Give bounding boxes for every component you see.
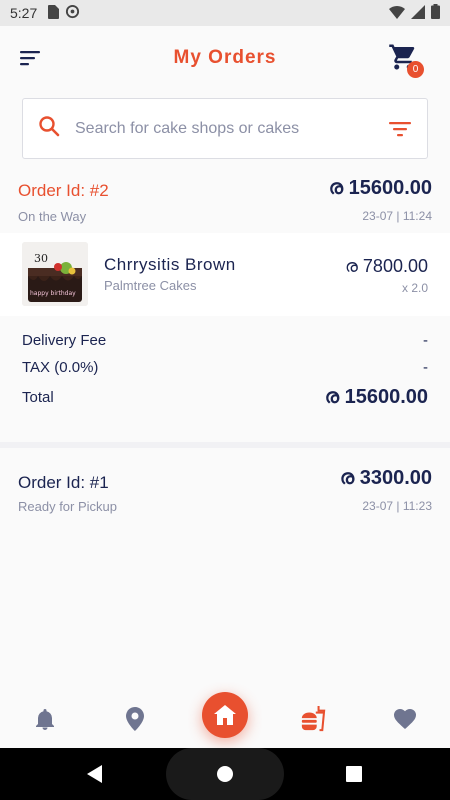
item-price: ര 7800.00 — [345, 256, 428, 276]
order-status: On the Way — [18, 209, 87, 224]
order-item[interactable]: 30 happy birthday Chrrysitis Brown Palmt… — [0, 233, 450, 316]
app-header: My Orders 0 — [0, 26, 450, 90]
order-status: Ready for Pickup — [18, 499, 117, 514]
order-id: Order Id: #1 — [18, 473, 109, 492]
cake-image: 30 happy birthday — [22, 242, 88, 306]
search-icon — [37, 114, 61, 143]
item-quantity: x 2.0 — [401, 281, 428, 295]
order-summary: Delivery Fee - TAX (0.0%) - Total ര 1560… — [0, 316, 450, 442]
delivery-fee-row: Delivery Fee - — [22, 332, 428, 349]
status-bar: 5:27 — [0, 0, 450, 26]
filter-icon[interactable] — [387, 116, 413, 142]
menu-icon[interactable] — [18, 46, 42, 70]
bottom-nav — [0, 688, 450, 748]
page-title: My Orders — [173, 47, 277, 68]
food-icon[interactable] — [300, 706, 326, 732]
battery-icon — [431, 4, 440, 22]
order-date: 23-07 | 11:23 — [362, 499, 432, 513]
total-label: Total — [22, 389, 54, 406]
search-input[interactable] — [75, 119, 387, 138]
order-card-2[interactable]: Order Id: #2 On the Way ര 15600.00 23-07… — [0, 177, 450, 236]
total-value: ര 15600.00 — [324, 386, 428, 408]
order-id: Order Id: #2 — [18, 181, 109, 200]
total-row: Total ര 15600.00 — [22, 386, 428, 409]
order-date: 23-07 | 11:24 — [362, 209, 432, 223]
delivery-fee-value: - — [423, 332, 428, 349]
order-card-1[interactable]: Order Id: #1 Ready for Pickup ര 3300.00 … — [0, 467, 450, 526]
tax-label: TAX (0.0%) — [22, 359, 99, 376]
home-button[interactable] — [202, 692, 248, 738]
order-divider — [0, 442, 450, 448]
svg-text:happy birthday: happy birthday — [30, 290, 76, 297]
sim-card-icon — [47, 4, 60, 22]
system-home-icon[interactable] — [212, 761, 238, 787]
cart-count-badge: 0 — [407, 61, 424, 78]
back-icon[interactable] — [82, 761, 108, 787]
delivery-fee-label: Delivery Fee — [22, 332, 107, 349]
wifi-icon — [389, 5, 405, 22]
sync-icon — [65, 4, 80, 22]
tax-row: TAX (0.0%) - — [22, 359, 428, 376]
status-time: 5:27 — [10, 5, 38, 21]
order-total: ര 3300.00 — [339, 467, 432, 489]
order-total: ര 15600.00 — [328, 177, 432, 199]
tax-value: - — [423, 359, 428, 376]
item-shop: Palmtree Cakes — [104, 278, 197, 293]
location-pin-icon[interactable] — [122, 706, 148, 732]
cell-signal-icon — [411, 4, 425, 22]
search-bar — [22, 98, 428, 159]
heart-icon[interactable] — [392, 706, 418, 732]
recent-apps-icon[interactable] — [341, 761, 367, 787]
cart-button[interactable]: 0 — [388, 42, 424, 78]
system-nav-bar — [0, 748, 450, 800]
svg-text:30: 30 — [34, 252, 48, 265]
home-icon — [214, 705, 236, 725]
item-name: Chrrysitis Brown — [104, 255, 236, 274]
bell-icon[interactable] — [32, 706, 58, 732]
